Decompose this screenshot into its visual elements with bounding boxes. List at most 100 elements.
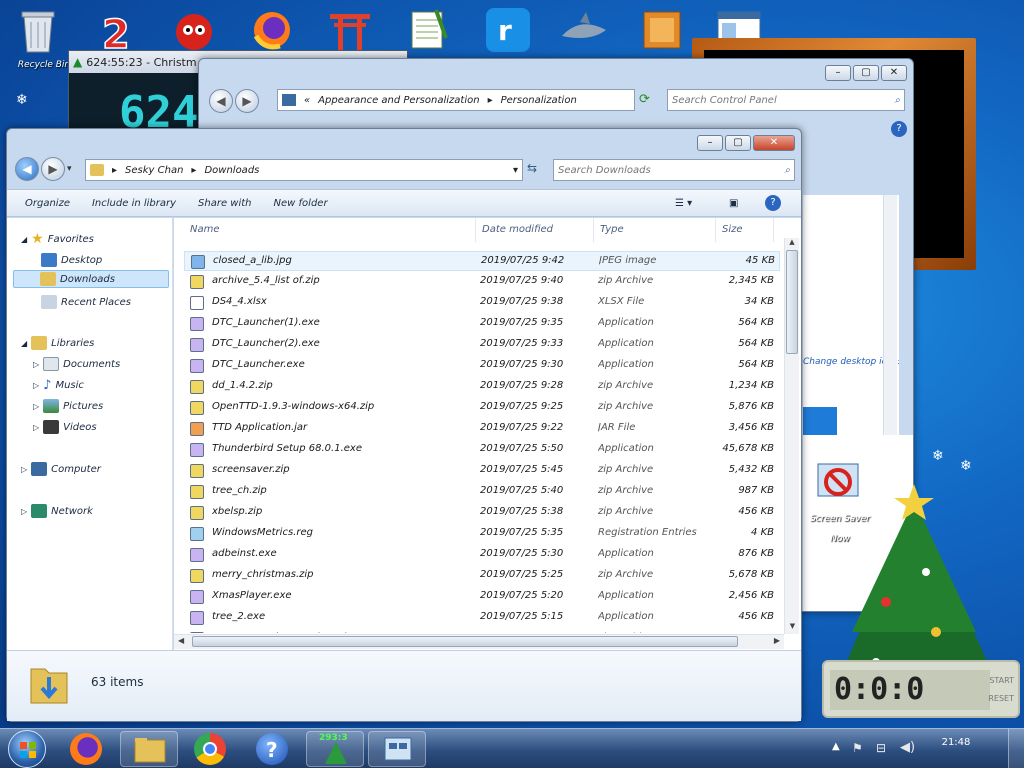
breadcrumb-user[interactable]: Sesky Chan (125, 165, 183, 176)
nav-network[interactable]: ▷ Network (21, 502, 93, 520)
table-row[interactable]: tree_2.exe 2019/07/25 5:15 Application 456 … (184, 608, 780, 628)
reset-button[interactable]: RESET (988, 694, 1014, 703)
refresh-icon[interactable]: ⇆ (527, 161, 537, 175)
column-size[interactable]: Size (716, 218, 774, 242)
nav-pictures[interactable]: ▷ Pictures (33, 397, 103, 415)
nav-favorites[interactable]: ◢ ★ Favorites (21, 230, 94, 248)
forward-button[interactable]: ▶ (235, 89, 259, 113)
preview-pane-icon[interactable]: ▣ (729, 198, 738, 209)
start-button[interactable]: START (989, 676, 1014, 685)
theme-thumbnail[interactable] (803, 407, 837, 435)
help-icon[interactable]: ? (765, 195, 781, 211)
view-options-icon[interactable]: ☰ ▾ (675, 198, 692, 209)
nav-libraries[interactable]: ◢ Libraries (21, 334, 94, 352)
scroll-left-arrow[interactable]: ◀ (178, 636, 184, 645)
desktop-icon-r[interactable]: r (484, 6, 536, 58)
clock[interactable]: 21:48 (936, 737, 976, 748)
explorer-window[interactable]: – ▢ ✕ ◀ ▶ ▾ ▸ Sesky Chan ▸ Downloads ▾ ⇆… (6, 128, 802, 722)
maximize-button[interactable]: ▢ (853, 65, 879, 81)
scroll-up-arrow[interactable]: ▲ (785, 238, 799, 250)
control-panel-search[interactable]: Search Control Panel ⌕ (667, 89, 905, 111)
nav-videos[interactable]: ▷ Videos (33, 418, 97, 436)
table-row[interactable]: screensaver.zip 2019/07/25 5:45 zip Archiv… (184, 461, 780, 481)
taskbar-control-panel[interactable] (368, 731, 426, 767)
table-row[interactable]: xbelsp.zip 2019/07/25 5:38 zip Archive 456 … (184, 503, 780, 523)
show-hidden-icons[interactable]: ▲ (832, 741, 840, 752)
close-button[interactable]: ✕ (753, 135, 795, 151)
refresh-icon[interactable]: ⟳ (639, 92, 650, 107)
control-panel-scrollbar[interactable] (883, 195, 897, 435)
back-button[interactable]: ◀ (15, 157, 39, 181)
address-dropdown-icon[interactable]: ▾ (513, 165, 518, 176)
address-bar[interactable]: « Appearance and Personalization ▸ Perso… (277, 89, 635, 111)
file-name: dd_1.4.2.zip (212, 380, 273, 391)
column-date-modified[interactable]: Date modified (476, 218, 594, 242)
back-button[interactable]: ◀ (209, 89, 233, 113)
table-row[interactable]: closed_a_lib.jpg 2019/07/25 9:42 JPEG imag… (184, 251, 780, 271)
breadcrumb-2[interactable]: Personalization (501, 95, 577, 106)
desktop-icon-shark[interactable] (560, 8, 612, 60)
table-row[interactable]: WindowsMetrics.reg 2019/07/25 5:35 Registr… (184, 524, 780, 544)
taskbar-christmas-timer[interactable]: 293:3 (306, 731, 364, 767)
new-folder-button[interactable]: New folder (274, 198, 328, 209)
help-icon[interactable]: ? (891, 121, 907, 137)
table-row[interactable]: XmasPlayer.exe 2019/07/25 5:20 Application… (184, 587, 780, 607)
column-type[interactable]: Type (594, 218, 716, 242)
table-row[interactable]: DS4_4.xlsx 2019/07/25 9:38 XLSX File 34 KB (184, 293, 780, 313)
table-row[interactable]: VBCABLE_Driver_Pack43.zip2019/07/25 5:10… (184, 629, 780, 633)
minimize-button[interactable]: – (825, 65, 851, 81)
nav-recent-places[interactable]: Recent Places (41, 293, 131, 311)
nav-computer[interactable]: ▷ Computer (21, 460, 101, 478)
nav-downloads[interactable]: Downloads (13, 270, 169, 288)
table-row[interactable]: DTC_Launcher.exe 2019/07/25 9:30 Applicati… (184, 356, 780, 376)
forward-button[interactable]: ▶ (41, 157, 65, 181)
address-bar[interactable]: ▸ Sesky Chan ▸ Downloads ▾ (85, 159, 523, 181)
table-row[interactable]: adbeinst.exe 2019/07/25 5:30 Application 87… (184, 545, 780, 565)
horizontal-scrollbar-thumb[interactable] (192, 636, 738, 647)
file-size: 2,456 KB (728, 590, 774, 601)
close-button[interactable]: ✕ (881, 65, 907, 81)
breadcrumb-downloads[interactable]: Downloads (204, 165, 259, 176)
timer-gadget[interactable]: 0:0:0 START RESET (822, 660, 1020, 718)
nav-documents[interactable]: ▷ Documents (33, 355, 120, 373)
column-name[interactable]: Name (184, 218, 476, 242)
table-row[interactable]: merry_christmas.zip 2019/07/25 5:25 zip Ar… (184, 566, 780, 586)
show-desktop-button[interactable] (1008, 729, 1024, 768)
table-row[interactable]: Thunderbird Setup 68.0.1.exe 2019/07/25 5… (184, 440, 780, 460)
table-row[interactable]: dd_1.4.2.zip 2019/07/25 9:28 zip Archive 1,… (184, 377, 780, 397)
start-button[interactable] (8, 730, 46, 768)
table-row[interactable]: TTD Application.jar 2019/07/25 9:22 JAR Fi… (184, 419, 780, 439)
downloads-search[interactable]: Search Downloads ⌕ (553, 159, 795, 181)
flag-icon[interactable]: ⚑ (852, 741, 863, 755)
table-row[interactable]: tree_ch.zip 2019/07/25 5:40 zip Archive 987… (184, 482, 780, 502)
table-row[interactable]: archive_5.4_list of.zip 2019/07/25 9:40 zi… (184, 272, 780, 292)
scroll-down-arrow[interactable]: ▼ (785, 622, 800, 634)
taskbar-firefox[interactable] (70, 733, 102, 765)
nav-desktop[interactable]: Desktop (41, 251, 102, 269)
table-row[interactable]: DTC_Launcher(2).exe 2019/07/25 9:33 Applic… (184, 335, 780, 355)
taskbar-explorer[interactable] (120, 731, 178, 767)
desktop-icon-notepad[interactable] (406, 8, 458, 60)
nav-music[interactable]: ▷ ♪ Music (33, 376, 84, 394)
recycle-bin-icon[interactable]: Recycle Bin (18, 6, 70, 70)
desktop-icon-blocks[interactable] (638, 6, 690, 58)
table-row[interactable]: DTC_Launcher(1).exe 2019/07/25 9:35 Applic… (184, 314, 780, 334)
scroll-right-arrow[interactable]: ▶ (774, 636, 780, 645)
maximize-button[interactable]: ▢ (725, 135, 751, 151)
chevron-right-icon: ▸ (191, 164, 197, 176)
taskbar-chrome[interactable] (194, 733, 226, 765)
vertical-scrollbar[interactable]: ▲ ▼ (784, 238, 799, 634)
scrollbar-thumb[interactable] (786, 250, 798, 354)
file-size: 4 KB (751, 527, 774, 538)
minimize-button[interactable]: – (697, 135, 723, 151)
include-library-button[interactable]: Include in library (92, 198, 176, 209)
network-tray-icon[interactable]: ⊟ (876, 741, 886, 755)
table-row[interactable]: OpenTTD-1.9.3-windows-x64.zip 2019/07/25 … (184, 398, 780, 418)
organize-button[interactable]: Organize (25, 198, 70, 209)
taskbar-help[interactable]: ? (256, 733, 288, 765)
volume-icon[interactable]: ◀) (900, 740, 915, 755)
horizontal-scrollbar[interactable]: ◀ ▶ (174, 634, 784, 649)
share-with-button[interactable]: Share with (198, 198, 251, 209)
recent-pages-dropdown[interactable]: ▾ (67, 164, 72, 174)
breadcrumb-1[interactable]: Appearance and Personalization (318, 95, 479, 106)
